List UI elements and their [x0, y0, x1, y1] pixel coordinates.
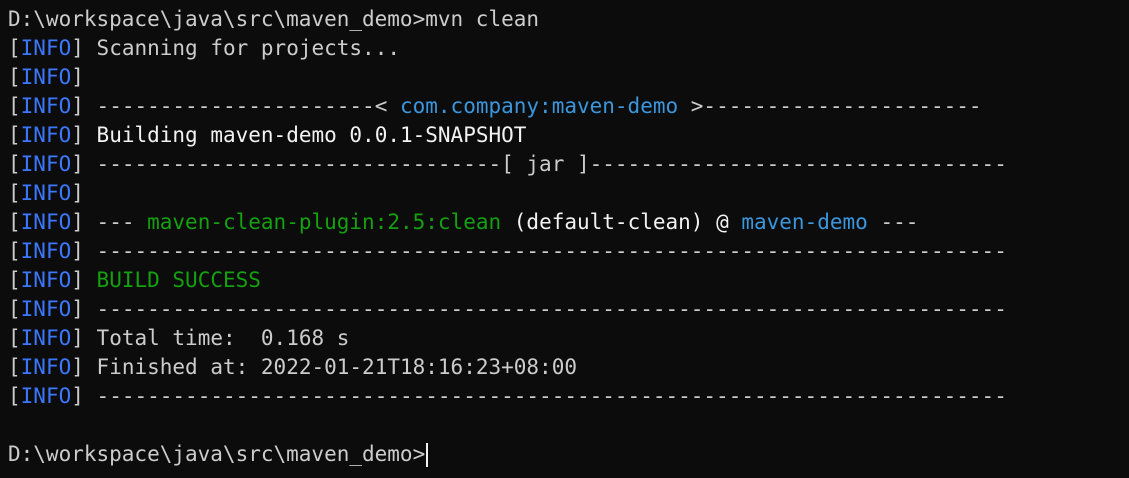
- log-line: [INFO] Scanning for projects...: [8, 34, 1129, 63]
- info-tag: INFO: [20, 152, 72, 176]
- building-text: Building maven-demo 0.0.1-SNAPSHOT: [96, 123, 527, 147]
- log-line: [INFO] --------------------------------[…: [8, 150, 1129, 179]
- log-line: [INFO]: [8, 179, 1129, 208]
- tag-open: [: [8, 268, 21, 292]
- log-line: [INFO] Building maven-demo 0.0.1-SNAPSHO…: [8, 121, 1129, 150]
- tag-close: ]: [71, 65, 84, 89]
- tag-open: [: [8, 36, 21, 60]
- tag-close: ]: [71, 123, 84, 147]
- finished-at: Finished at: 2022-01-21T18:16:23+08:00: [96, 355, 577, 379]
- packaging-separator: --------------------------------[ jar ]-…: [96, 152, 1007, 176]
- info-tag: INFO: [20, 210, 72, 234]
- total-time: Total time: 0.168 s: [96, 326, 350, 350]
- command-text: mvn clean: [425, 7, 540, 31]
- tag-close: ]: [71, 239, 84, 263]
- log-line: [INFO] ---------------------------------…: [8, 382, 1129, 411]
- tag-open: [: [8, 355, 21, 379]
- prompt-line[interactable]: D:\workspace\java\src\maven_demo>: [8, 440, 1129, 469]
- plugin-suffix: ---: [867, 210, 919, 234]
- separator: ----------------------------------------…: [96, 384, 1007, 408]
- plugin-prefix: ---: [96, 210, 148, 234]
- tag-close: ]: [71, 355, 84, 379]
- log-line: [INFO] ---------------------------------…: [8, 295, 1129, 324]
- tag-open: [: [8, 384, 21, 408]
- tag-close: ]: [71, 268, 84, 292]
- text-cursor: [426, 443, 429, 467]
- log-line: [INFO] BUILD SUCCESS: [8, 266, 1129, 295]
- tag-close: ]: [71, 94, 84, 118]
- tag-open: [: [8, 94, 21, 118]
- log-line: [INFO] --- maven-clean-plugin:2.5:clean …: [8, 208, 1129, 237]
- info-tag: INFO: [20, 94, 72, 118]
- tag-close: ]: [71, 36, 84, 60]
- log-line: [INFO] ---------------------------------…: [8, 237, 1129, 266]
- log-line: [INFO] Finished at: 2022-01-21T18:16:23+…: [8, 353, 1129, 382]
- tag-close: ]: [71, 152, 84, 176]
- separator: ----------------------------------------…: [96, 239, 1007, 263]
- tag-close: ]: [71, 181, 84, 205]
- info-tag: INFO: [20, 65, 72, 89]
- tag-close: ]: [71, 326, 84, 350]
- tag-close: ]: [71, 210, 84, 234]
- tag-open: [: [8, 239, 21, 263]
- info-tag: INFO: [20, 239, 72, 263]
- build-status: BUILD SUCCESS: [96, 268, 261, 292]
- tag-open: [: [8, 326, 21, 350]
- separator-right: >----------------------: [678, 94, 982, 118]
- project-coordinates: com.company:maven-demo: [399, 94, 679, 118]
- info-tag: INFO: [20, 123, 72, 147]
- plugin-goal: maven-clean-plugin:2.5:clean: [147, 210, 502, 234]
- log-line: [INFO]: [8, 63, 1129, 92]
- log-line: [INFO] ----------------------< com.compa…: [8, 92, 1129, 121]
- plugin-execution: (default-clean) @: [501, 210, 742, 234]
- info-tag: INFO: [20, 326, 72, 350]
- command-line: D:\workspace\java\src\maven_demo>mvn cle…: [8, 5, 1129, 34]
- tag-open: [: [8, 181, 21, 205]
- log-text: Scanning for projects...: [96, 36, 400, 60]
- info-tag: INFO: [20, 297, 72, 321]
- prompt-path: D:\workspace\java\src\maven_demo>: [8, 7, 426, 31]
- tag-open: [: [8, 65, 21, 89]
- info-tag: INFO: [20, 384, 72, 408]
- info-tag: INFO: [20, 355, 72, 379]
- plugin-project: maven-demo: [741, 210, 868, 234]
- prompt-path: D:\workspace\java\src\maven_demo>: [8, 442, 426, 466]
- info-tag: INFO: [20, 181, 72, 205]
- tag-close: ]: [71, 384, 84, 408]
- info-tag: INFO: [20, 268, 72, 292]
- separator: ----------------------------------------…: [96, 297, 1007, 321]
- terminal-window[interactable]: D:\workspace\java\src\maven_demo>mvn cle…: [0, 0, 1129, 478]
- tag-open: [: [8, 123, 21, 147]
- info-tag: INFO: [20, 36, 72, 60]
- log-line: [INFO] Total time: 0.168 s: [8, 324, 1129, 353]
- tag-close: ]: [71, 297, 84, 321]
- tag-open: [: [8, 210, 21, 234]
- tag-open: [: [8, 297, 21, 321]
- separator-left: ----------------------<: [96, 94, 400, 118]
- tag-open: [: [8, 152, 21, 176]
